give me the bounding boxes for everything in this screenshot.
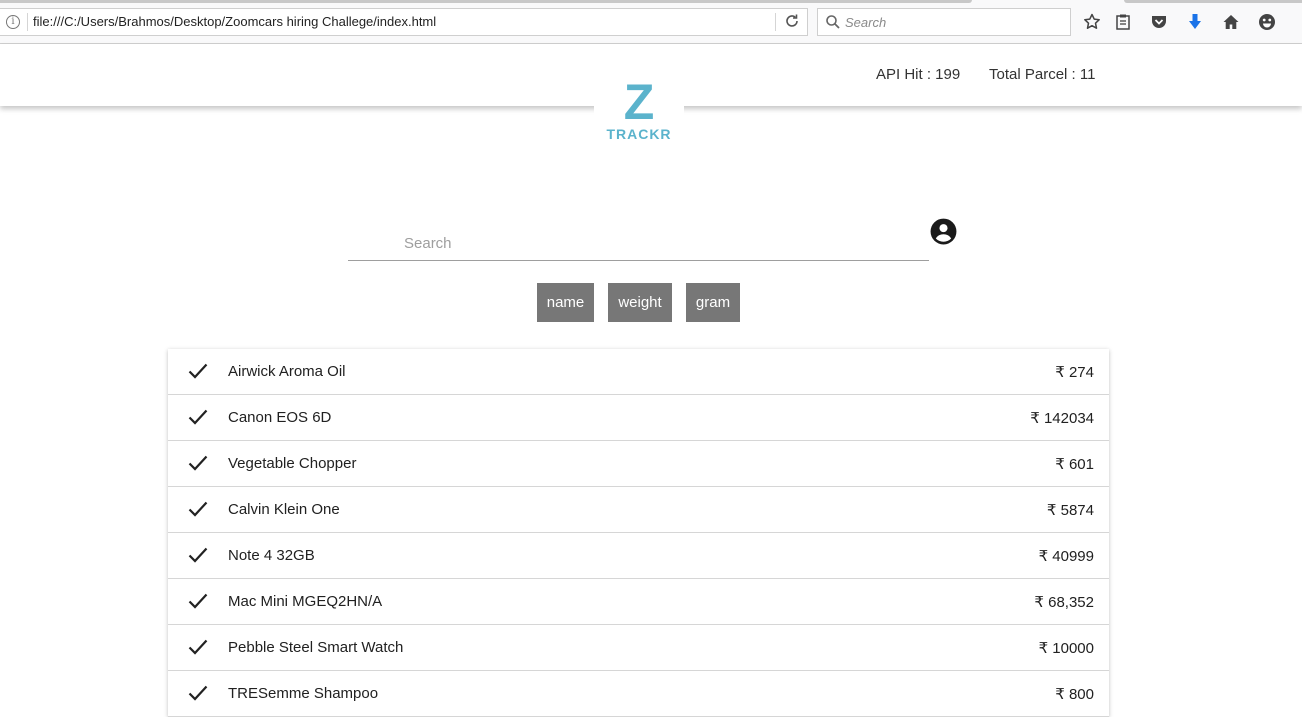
item-price: ₹ 142034 <box>1030 410 1094 427</box>
filter-gram-button[interactable]: gram <box>686 283 740 322</box>
item-price: ₹ 68,352 <box>1034 594 1094 611</box>
list-item[interactable]: Vegetable Chopper ₹ 601 <box>168 441 1109 487</box>
reload-icon[interactable] <box>784 13 800 31</box>
browser-search-placeholder: Search <box>845 15 887 30</box>
item-price: ₹ 800 <box>1055 686 1094 703</box>
address-separator-right <box>775 13 776 31</box>
browser-toolbar: i file:///C:/Users/Brahmos/Desktop/Zoomc… <box>0 0 1302 44</box>
home-icon[interactable] <box>1220 11 1242 33</box>
list-item[interactable]: Mac Mini MGEQ2HN/A ₹ 68,352 <box>168 579 1109 625</box>
search-icon <box>825 14 841 30</box>
tab-strip-right <box>1124 0 1302 3</box>
item-name: TRESemme Shampoo <box>228 685 379 702</box>
item-name: Note 4 32GB <box>228 547 315 564</box>
check-icon <box>188 362 208 380</box>
list-item[interactable]: Airwick Aroma Oil ₹ 274 <box>168 349 1109 395</box>
check-icon <box>188 684 208 702</box>
api-hit-counter: API Hit : 199 <box>876 66 961 83</box>
download-icon[interactable] <box>1184 11 1206 33</box>
logo-text: TRACKR <box>606 126 672 142</box>
pocket-icon[interactable] <box>1148 11 1170 33</box>
filter-name-button[interactable]: name <box>537 283 594 322</box>
item-price: ₹ 10000 <box>1038 640 1094 657</box>
list-item[interactable]: Pebble Steel Smart Watch ₹ 10000 <box>168 625 1109 671</box>
address-separator <box>27 13 28 31</box>
item-price: ₹ 274 <box>1055 364 1094 381</box>
check-icon <box>188 408 208 426</box>
smiley-icon[interactable] <box>1256 11 1278 33</box>
check-icon <box>188 592 208 610</box>
item-name: Airwick Aroma Oil <box>228 363 346 380</box>
item-name: Pebble Steel Smart Watch <box>228 639 404 656</box>
check-icon <box>188 454 208 472</box>
account-circle-icon[interactable] <box>930 218 957 245</box>
check-icon <box>188 546 208 564</box>
item-price: ₹ 601 <box>1055 456 1094 473</box>
list-item[interactable]: Canon EOS 6D ₹ 142034 <box>168 395 1109 441</box>
address-url[interactable]: file:///C:/Users/Brahmos/Desktop/Zoomcar… <box>33 14 436 29</box>
address-bar[interactable]: i file:///C:/Users/Brahmos/Desktop/Zoomc… <box>0 8 808 36</box>
info-icon[interactable]: i <box>6 15 20 29</box>
tab-strip <box>0 0 972 3</box>
item-name: Calvin Klein One <box>228 501 340 518</box>
check-icon <box>188 638 208 656</box>
bookmark-star-icon[interactable] <box>1081 11 1103 33</box>
total-parcel-counter: Total Parcel : 11 <box>989 66 1096 83</box>
item-name: Mac Mini MGEQ2HN/A <box>228 593 383 610</box>
item-name: Canon EOS 6D <box>228 409 332 426</box>
list-item[interactable]: Calvin Klein One ₹ 5874 <box>168 487 1109 533</box>
item-price: ₹ 40999 <box>1038 548 1094 565</box>
parcel-list: Airwick Aroma Oil ₹ 274 Canon EOS 6D ₹ 1420… <box>168 349 1109 717</box>
check-icon <box>188 500 208 518</box>
list-item[interactable]: Note 4 32GB ₹ 40999 <box>168 533 1109 579</box>
logo-letter: Z <box>623 74 655 130</box>
item-price: ₹ 5874 <box>1046 502 1094 519</box>
app-logo[interactable]: Z TRACKR <box>594 76 684 148</box>
filter-weight-button[interactable]: weight <box>608 283 672 322</box>
list-item[interactable]: TRESemme Shampoo ₹ 800 <box>168 671 1109 717</box>
reader-view-icon[interactable] <box>1112 11 1134 33</box>
item-name: Vegetable Chopper <box>228 455 357 472</box>
search-input[interactable] <box>348 226 929 261</box>
browser-search-bar[interactable]: Search <box>817 8 1071 36</box>
